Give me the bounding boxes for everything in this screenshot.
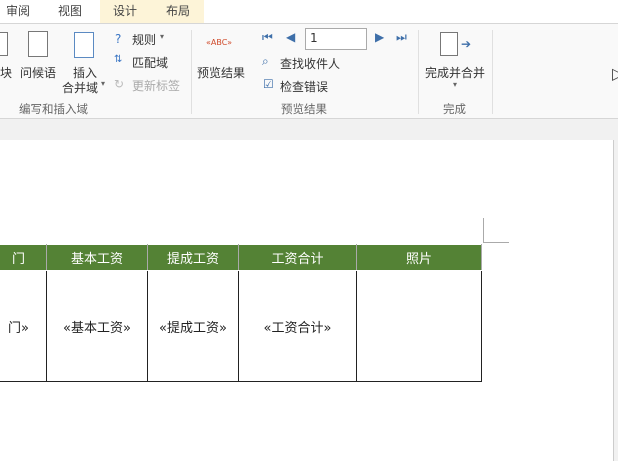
last-record-icon[interactable]: ⏭: [396, 30, 407, 45]
rules-icon: ?: [115, 32, 122, 46]
divider: [418, 30, 419, 114]
check-errors-icon: ☑: [263, 77, 274, 91]
header-cell: 提成工资: [147, 244, 239, 271]
record-number: 1: [310, 31, 318, 45]
greeting-line-button[interactable]: 问候语: [20, 64, 56, 81]
preview-results-button[interactable]: 预览结果: [197, 64, 245, 81]
merge-field-cell[interactable]: «提成工资»: [147, 270, 239, 382]
tab-review[interactable]: 审阅: [6, 0, 30, 23]
chevron-down-icon: ▾: [101, 79, 106, 88]
chevron-down-icon: ▾: [453, 80, 458, 89]
match-fields-icon: ⇅: [114, 54, 123, 65]
divider: [191, 30, 192, 114]
arrow-right-icon: ➔: [461, 37, 472, 51]
salary-table: 门 基本工资 提成工资 工资合计 照片 门» «基本工资» «提成工资» «工资…: [0, 244, 482, 382]
find-recipient-button[interactable]: 查找收件人: [280, 55, 340, 72]
merge-field-cell[interactable]: 门»: [0, 270, 47, 382]
merge-field-cell[interactable]: «基本工资»: [46, 270, 148, 382]
ribbon: 块 问候语 插入 合并域 ▾ ? 规则 ▾ ⇅ 匹配域 ↻ 更新标签 编写和插入…: [0, 23, 618, 119]
insert-merge-field-button[interactable]: 合并域: [62, 79, 98, 96]
block-icon: [0, 32, 8, 56]
update-labels-button: 更新标签: [132, 79, 181, 93]
header-cell: 基本工资: [46, 244, 148, 271]
chevron-down-icon: ▾: [160, 32, 165, 41]
header-cell: 门: [0, 244, 47, 271]
next-record-icon[interactable]: ▶: [375, 30, 384, 44]
first-record-icon[interactable]: ⏮: [262, 30, 273, 45]
group-label: 完成: [443, 102, 466, 116]
preview-results-icon: «ABC»: [206, 38, 233, 47]
finish-merge-icon: [440, 32, 458, 56]
record-number-input[interactable]: 1: [305, 28, 367, 50]
merge-field-cell[interactable]: «工资合计»: [238, 270, 357, 382]
photo-cell[interactable]: [356, 270, 482, 382]
group-label: 预览结果: [281, 102, 327, 116]
rules-button[interactable]: 规则: [132, 31, 156, 48]
previous-record-icon[interactable]: ◀: [286, 30, 295, 44]
find-recipient-icon: ⌕: [262, 54, 269, 68]
insert-merge-field-icon: [74, 32, 94, 58]
tab-view[interactable]: 视图: [58, 0, 82, 23]
header-cell: 工资合计: [238, 244, 357, 271]
document-page[interactable]: 门 基本工资 提成工资 工资合计 照片 门» «基本工资» «提成工资» «工资…: [0, 140, 614, 461]
table-header-row: 门 基本工资 提成工资 工资合计 照片: [0, 244, 482, 271]
greeting-icon: [28, 31, 48, 57]
mouse-cursor-icon: ▷: [612, 64, 618, 83]
match-fields-button[interactable]: 匹配域: [132, 54, 168, 71]
table-row: 门» «基本工资» «提成工资» «工资合计»: [0, 270, 482, 382]
finish-merge-button[interactable]: 完成并合并: [425, 64, 485, 81]
ribbon-tabs: 审阅 视图 设计 布局: [0, 0, 618, 23]
group-label: 编写和插入域: [19, 102, 88, 116]
check-errors-button[interactable]: 检查错误: [280, 78, 328, 95]
update-labels-icon: ↻: [114, 77, 125, 91]
tab-design[interactable]: 设计: [113, 0, 137, 23]
tab-layout[interactable]: 布局: [166, 0, 190, 23]
margin-corner-mark: [483, 218, 509, 243]
header-cell: 照片: [356, 244, 482, 271]
address-block-button[interactable]: 块: [0, 64, 12, 81]
divider: [492, 30, 493, 114]
